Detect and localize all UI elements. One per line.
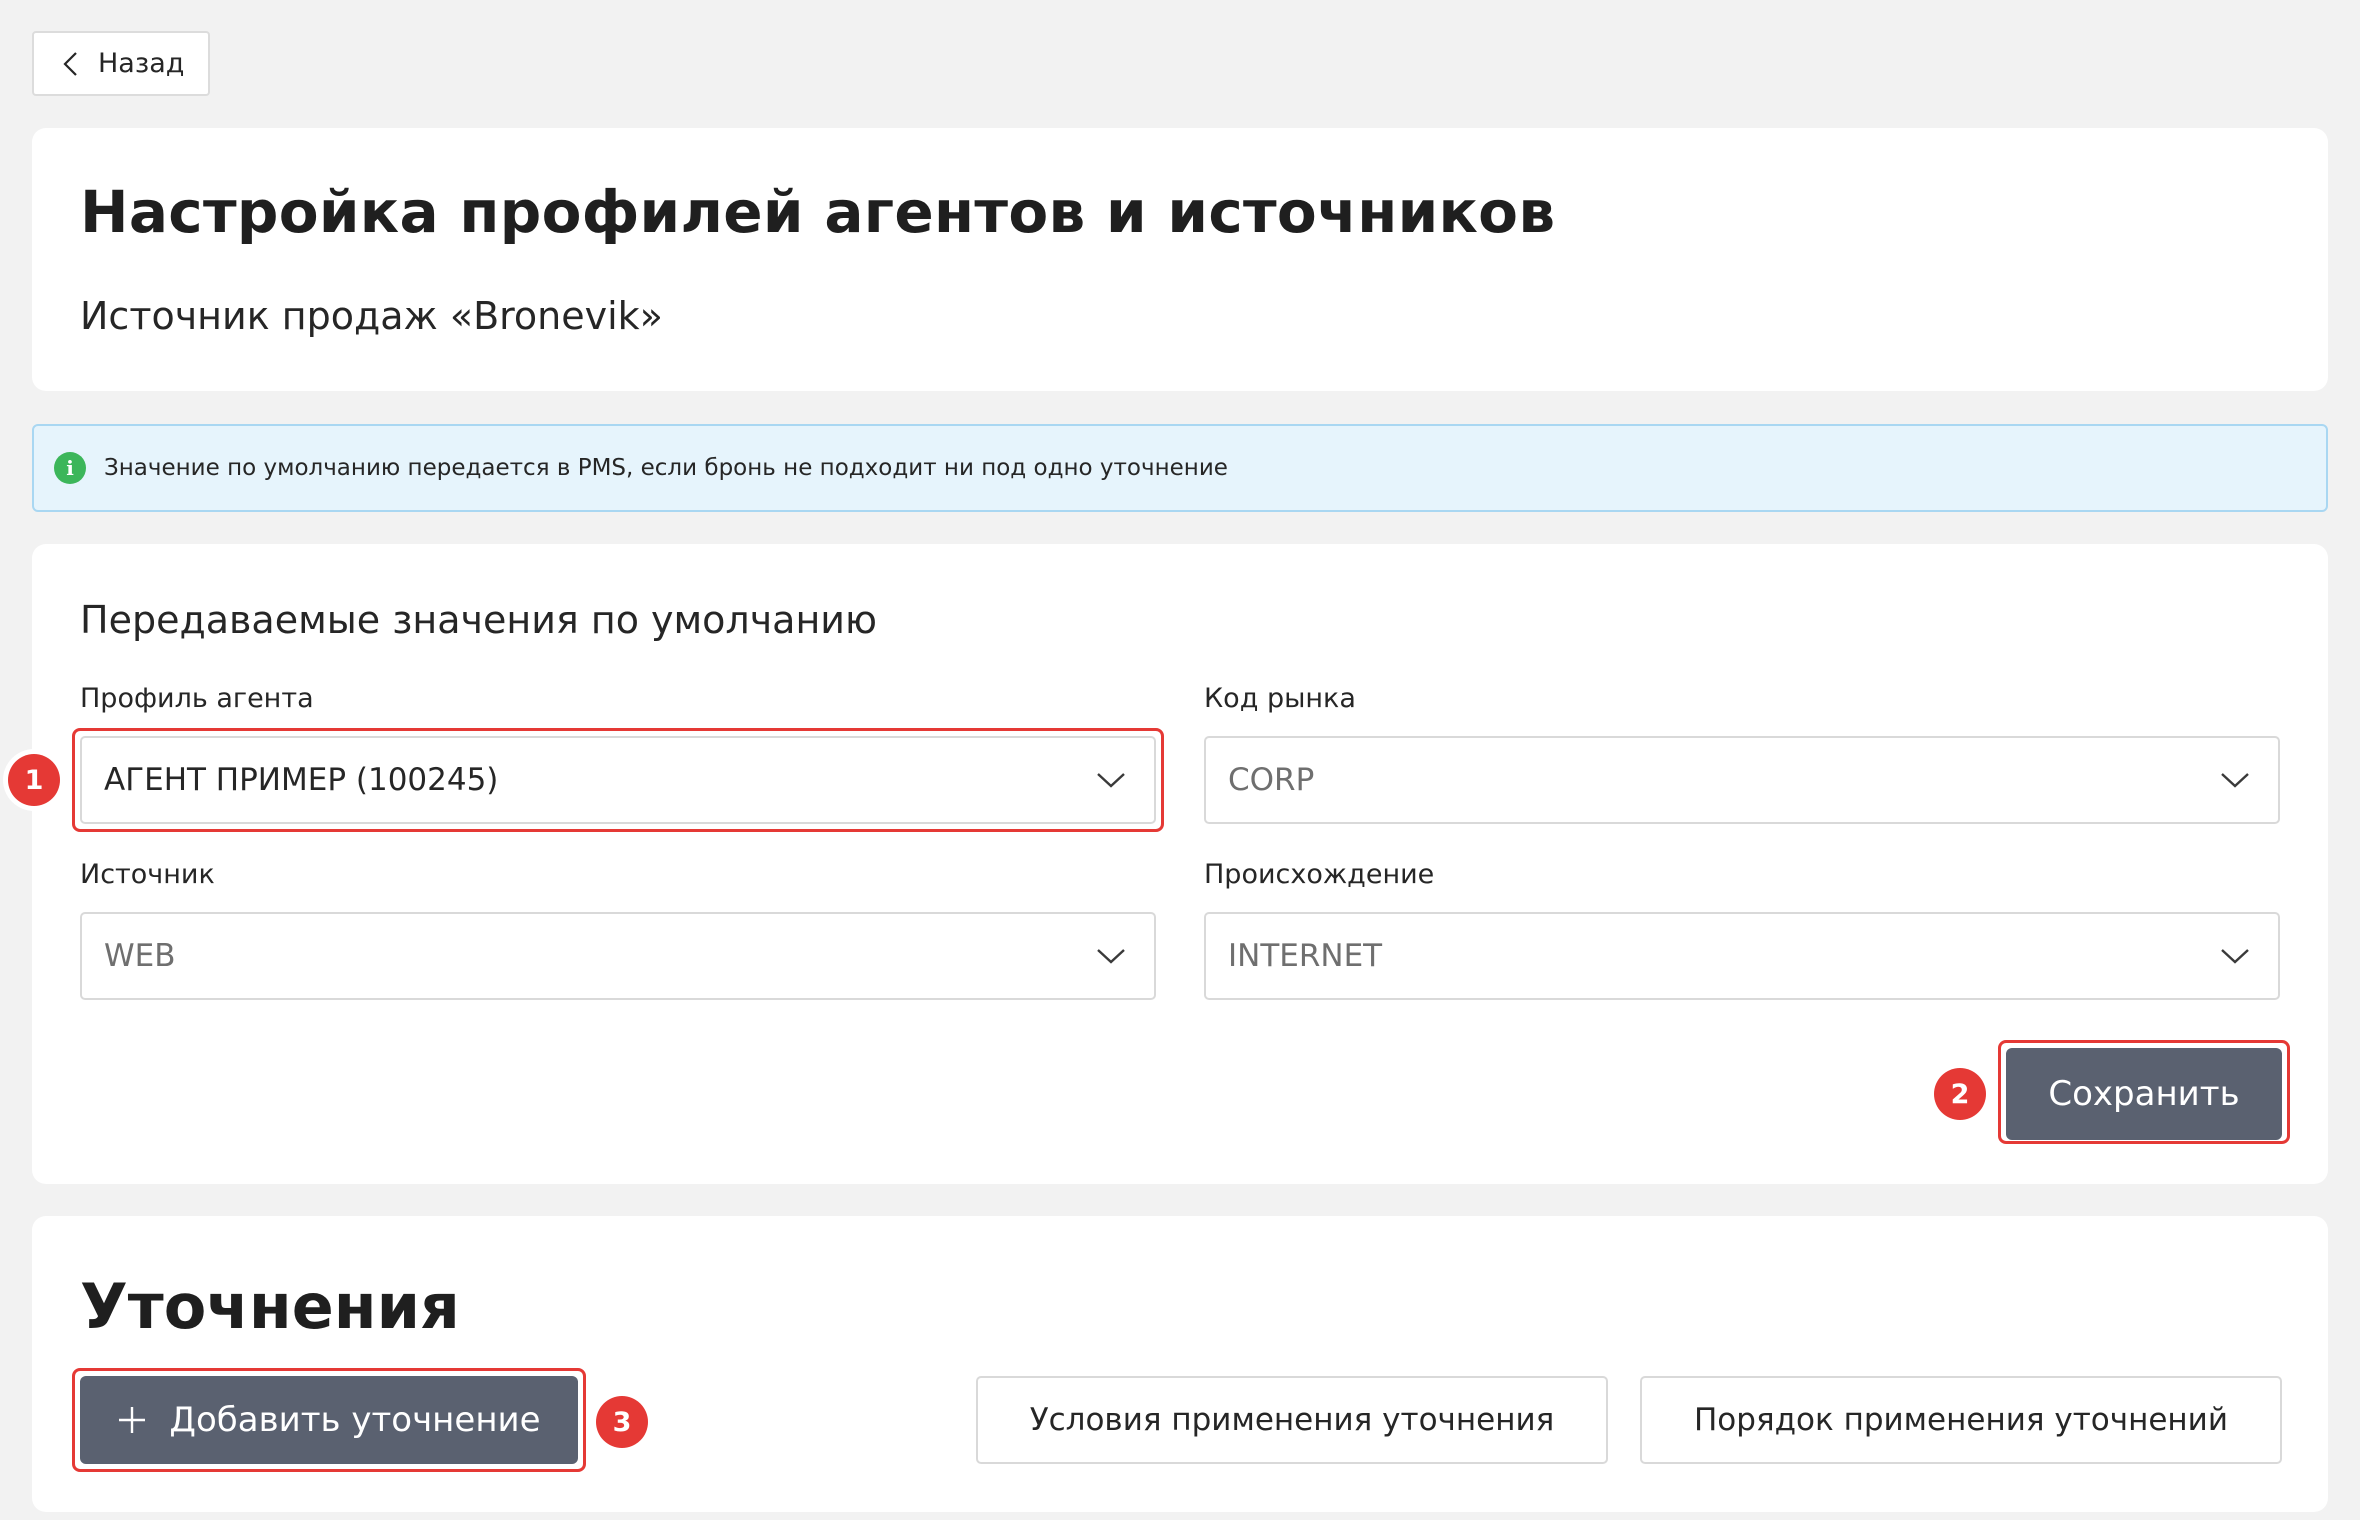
agent-profile-value: АГЕНТ ПРИМЕР (100245) <box>104 762 499 798</box>
chevron-left-icon <box>63 51 77 76</box>
info-icon: i <box>54 452 86 484</box>
add-refinement-label: Добавить уточнение <box>169 1400 541 1440</box>
defaults-section-title: Передаваемые значения по умолчанию <box>80 598 877 642</box>
market-code-select[interactable]: CORP <box>1204 736 2280 824</box>
source-select[interactable]: WEB <box>80 912 1156 1000</box>
info-banner: i Значение по умолчанию передается в PMS… <box>32 424 2328 512</box>
back-button-label: Назад <box>98 48 185 79</box>
origin-label: Происхождение <box>1204 859 1435 890</box>
save-button[interactable]: Сохранить <box>2006 1048 2282 1140</box>
market-code-label: Код рынка <box>1204 683 1356 714</box>
header-card <box>32 128 2328 391</box>
back-button[interactable]: Назад <box>32 31 210 96</box>
origin-select[interactable]: INTERNET <box>1204 912 2280 1000</box>
page-title: Настройка профилей агентов и источников <box>80 178 1556 246</box>
refinements-title: Уточнения <box>80 1270 460 1343</box>
chevron-down-icon <box>2221 773 2249 788</box>
chevron-down-icon <box>2221 949 2249 964</box>
agent-profile-select[interactable]: АГЕНТ ПРИМЕР (100245) <box>80 736 1156 824</box>
source-value: WEB <box>104 938 176 974</box>
refinement-conditions-button[interactable]: Условия применения уточнения <box>976 1376 1608 1464</box>
annotation-badge-2: 2 <box>1934 1068 1986 1120</box>
plus-icon <box>119 1407 146 1433</box>
refinement-order-button[interactable]: Порядок применения уточнений <box>1640 1376 2282 1464</box>
source-label: Источник <box>80 859 215 890</box>
chevron-down-icon <box>1097 773 1125 788</box>
info-banner-text: Значение по умолчанию передается в PMS, … <box>104 455 1228 481</box>
chevron-down-icon <box>1097 949 1125 964</box>
market-code-value: CORP <box>1228 762 1315 798</box>
page-subtitle: Источник продаж «Bronevik» <box>80 294 663 338</box>
agent-profile-label: Профиль агента <box>80 683 314 714</box>
origin-value: INTERNET <box>1228 938 1383 974</box>
annotation-badge-1: 1 <box>8 754 60 806</box>
add-refinement-button[interactable]: Добавить уточнение <box>80 1376 578 1464</box>
annotation-badge-3: 3 <box>596 1396 648 1448</box>
refinements-card <box>32 1216 2328 1512</box>
